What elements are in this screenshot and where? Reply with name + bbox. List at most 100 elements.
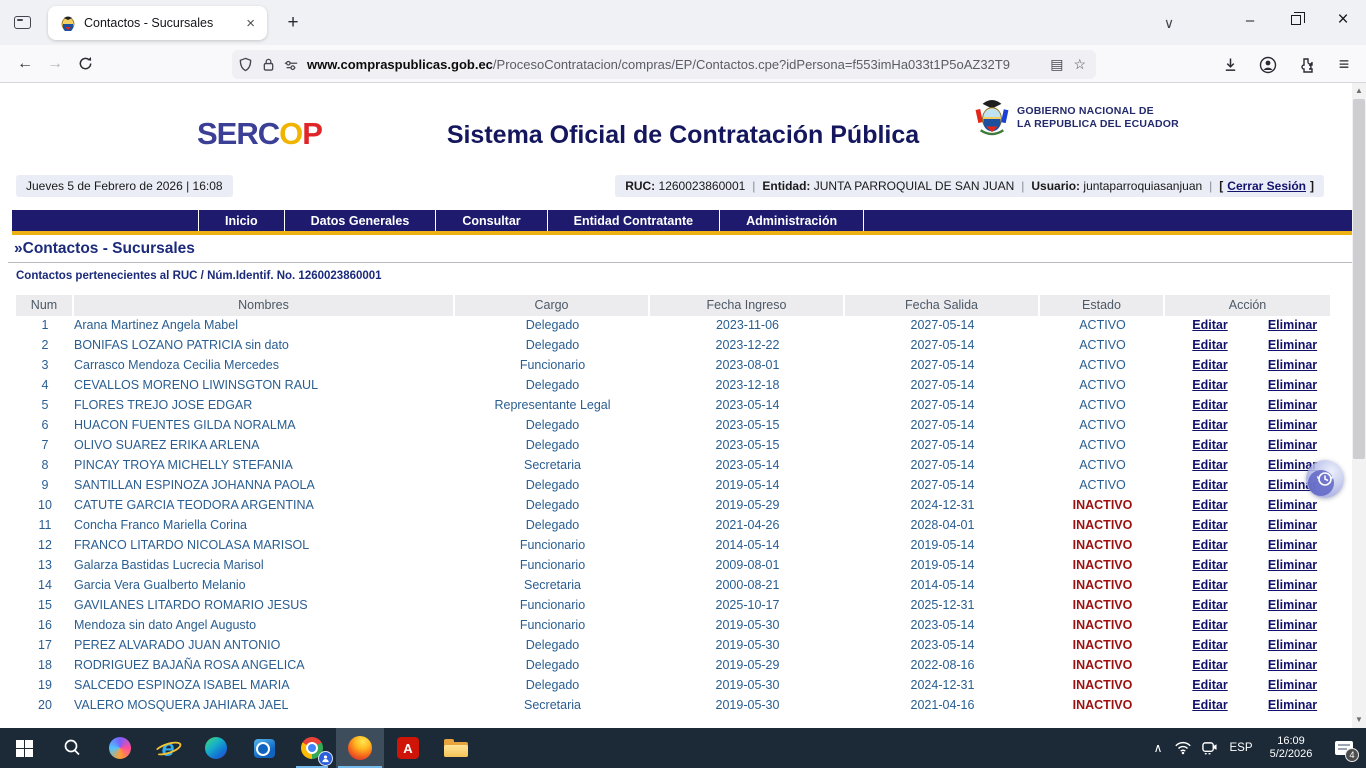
delete-link[interactable]: Eliminar xyxy=(1268,498,1317,512)
taskbar-firefox[interactable] xyxy=(336,728,384,768)
taskbar-file-explorer[interactable] xyxy=(432,728,480,768)
taskbar-search-button[interactable] xyxy=(48,728,96,768)
edit-link[interactable]: Editar xyxy=(1192,538,1227,552)
delete-link[interactable]: Eliminar xyxy=(1268,378,1317,392)
edit-link[interactable]: Editar xyxy=(1192,418,1227,432)
delete-link[interactable]: Eliminar xyxy=(1268,678,1317,692)
delete-link[interactable]: Eliminar xyxy=(1268,538,1317,552)
edit-link[interactable]: Editar xyxy=(1192,378,1227,392)
taskbar-edge[interactable] xyxy=(192,728,240,768)
user-value: juntaparroquiasanjuan xyxy=(1083,179,1202,193)
window-restore-button[interactable] xyxy=(1273,0,1319,40)
tracking-shield-icon[interactable] xyxy=(238,57,253,72)
cell-num: 4 xyxy=(16,375,74,395)
taskbar-copilot[interactable] xyxy=(96,728,144,768)
edit-link[interactable]: Editar xyxy=(1192,618,1227,632)
clock[interactable]: 16:09 5/2/2026 xyxy=(1260,735,1322,761)
cell-fecha-salida: 2019-05-14 xyxy=(845,555,1040,575)
list-tabs-chevron-icon[interactable]: ∨ xyxy=(1156,10,1182,36)
logout-link[interactable]: Cerrar Sesión xyxy=(1227,179,1306,193)
cell-cargo: Delegado xyxy=(455,475,650,495)
delete-link[interactable]: Eliminar xyxy=(1268,438,1317,452)
cell-num: 2 xyxy=(16,335,74,355)
delete-link[interactable]: Eliminar xyxy=(1268,658,1317,672)
delete-link[interactable]: Eliminar xyxy=(1268,598,1317,612)
firefox-view-button[interactable] xyxy=(9,10,35,35)
viewport-scrollbar[interactable]: ▲ ▼ xyxy=(1352,83,1366,728)
new-tab-button[interactable]: + xyxy=(280,10,306,36)
menu-item-datos-generales[interactable]: Datos Generales xyxy=(284,210,436,231)
delete-link[interactable]: Eliminar xyxy=(1268,318,1317,332)
taskbar-internet-explorer[interactable]: e xyxy=(144,728,192,768)
lock-icon[interactable] xyxy=(262,57,275,72)
scroll-down-arrow[interactable]: ▼ xyxy=(1352,713,1366,727)
edit-link[interactable]: Editar xyxy=(1192,598,1227,612)
menu-item-consultar[interactable]: Consultar xyxy=(435,210,546,231)
delete-link[interactable]: Eliminar xyxy=(1268,358,1317,372)
delete-link[interactable]: Eliminar xyxy=(1268,338,1317,352)
menu-item-inicio[interactable]: Inicio xyxy=(198,210,284,231)
menu-item-administracion[interactable]: Administración xyxy=(719,210,864,231)
delete-link[interactable]: Eliminar xyxy=(1268,518,1317,532)
edit-link[interactable]: Editar xyxy=(1192,478,1227,492)
reload-icon xyxy=(78,56,93,71)
meet-now-icon[interactable] xyxy=(1196,741,1222,756)
reload-button[interactable] xyxy=(70,50,100,78)
bookmark-star-icon[interactable]: ☆ xyxy=(1073,56,1086,73)
floating-overlay-widget[interactable] xyxy=(1306,460,1344,498)
taskbar-chrome[interactable] xyxy=(288,728,336,768)
delete-link[interactable]: Eliminar xyxy=(1268,398,1317,412)
tray-chevron-icon[interactable]: ∧ xyxy=(1146,741,1170,755)
taskbar-acrobat[interactable]: A xyxy=(384,728,432,768)
chrome-profile-badge xyxy=(318,751,333,766)
col-header-fecha-ingreso: Fecha Ingreso xyxy=(650,295,845,316)
delete-link[interactable]: Eliminar xyxy=(1268,618,1317,632)
delete-link[interactable]: Eliminar xyxy=(1268,418,1317,432)
edit-link[interactable]: Editar xyxy=(1192,578,1227,592)
edit-link[interactable]: Editar xyxy=(1192,358,1227,372)
account-button[interactable] xyxy=(1256,53,1280,77)
edit-link[interactable]: Editar xyxy=(1192,518,1227,532)
edit-link[interactable]: Editar xyxy=(1192,338,1227,352)
edit-link[interactable]: Editar xyxy=(1192,458,1227,472)
edit-link[interactable]: Editar xyxy=(1192,558,1227,572)
delete-link[interactable]: Eliminar xyxy=(1268,638,1317,652)
scroll-up-arrow[interactable]: ▲ xyxy=(1352,84,1366,98)
delete-link[interactable]: Eliminar xyxy=(1268,578,1317,592)
edit-link[interactable]: Editar xyxy=(1192,678,1227,692)
col-header-accion: Acción xyxy=(1165,295,1330,316)
main-menu: Inicio Datos Generales Consultar Entidad… xyxy=(12,210,1353,231)
menu-item-entidad-contratante[interactable]: Entidad Contratante xyxy=(547,210,719,231)
back-button[interactable]: ← xyxy=(10,50,40,78)
cell-fecha-salida: 2023-05-14 xyxy=(845,615,1040,635)
tab-close-icon[interactable]: × xyxy=(242,15,259,32)
reader-mode-icon[interactable]: ▤ xyxy=(1050,56,1063,73)
window-minimize-button[interactable]: – xyxy=(1227,0,1273,40)
url-text[interactable]: www.compraspublicas.gob.ec/ProcesoContra… xyxy=(307,57,1046,72)
delete-link[interactable]: Eliminar xyxy=(1268,558,1317,572)
delete-link[interactable]: Eliminar xyxy=(1268,698,1317,712)
edit-link[interactable]: Editar xyxy=(1192,498,1227,512)
browser-tab-active[interactable]: Contactos - Sucursales × xyxy=(48,6,267,40)
window-close-button[interactable]: × xyxy=(1320,0,1366,40)
permissions-icon[interactable] xyxy=(283,58,299,72)
menu-button[interactable]: ≡ xyxy=(1332,53,1356,77)
extensions-button[interactable] xyxy=(1294,53,1318,77)
taskbar-outlook[interactable] xyxy=(240,728,288,768)
notification-center-button[interactable]: 4 xyxy=(1322,728,1366,768)
edit-link[interactable]: Editar xyxy=(1192,698,1227,712)
edit-link[interactable]: Editar xyxy=(1192,658,1227,672)
edit-link[interactable]: Editar xyxy=(1192,638,1227,652)
downloads-button[interactable] xyxy=(1218,53,1242,77)
cell-fecha-salida: 2027-05-14 xyxy=(845,355,1040,375)
status-badge: ACTIVO xyxy=(1040,315,1165,335)
url-bar[interactable]: www.compraspublicas.gob.ec/ProcesoContra… xyxy=(232,50,1096,79)
edit-link[interactable]: Editar xyxy=(1192,438,1227,452)
edit-link[interactable]: Editar xyxy=(1192,398,1227,412)
edit-link[interactable]: Editar xyxy=(1192,318,1227,332)
wifi-icon[interactable] xyxy=(1170,741,1196,755)
forward-button[interactable]: → xyxy=(40,50,70,78)
start-button[interactable] xyxy=(0,728,48,768)
language-indicator[interactable]: ESP xyxy=(1222,742,1260,754)
scrollbar-thumb[interactable] xyxy=(1353,99,1365,459)
